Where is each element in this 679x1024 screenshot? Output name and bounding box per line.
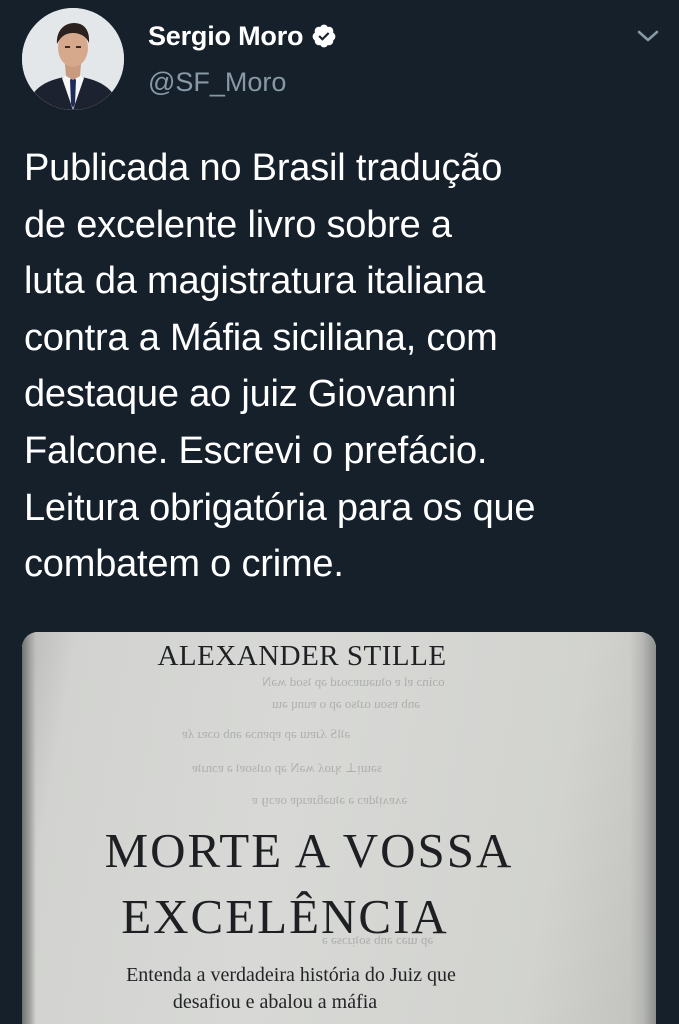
tweet-card: Sergio Moro @SF_Moro Publicada no Brasil… <box>0 0 679 1024</box>
user-handle[interactable]: @SF_Moro <box>148 64 286 100</box>
book-subtitle-line-1: Entenda a verdadeira história do Juiz qu… <box>126 964 456 986</box>
tweet-media-photo[interactable]: oɔinɔ ɐl ɐ oʇuǝɯɐɔoɹd ǝp ʇsod ʍǝN ǝnb ɐs… <box>22 632 656 1024</box>
avatar[interactable] <box>22 8 124 110</box>
verified-badge-icon <box>311 23 337 49</box>
book-author: ALEXANDER STILLE <box>157 640 447 672</box>
book-title-line-1: MORTE A VOSSA <box>104 823 514 878</box>
book-subtitle-line-2: desafiou e abalou a máfia <box>172 991 378 1013</box>
user-name-row[interactable]: Sergio Moro <box>148 18 337 54</box>
book-page: oɔinɔ ɐl ɐ oʇuǝɯɐɔoɹd ǝp ʇsod ʍǝN ǝnb ɐs… <box>22 632 656 1024</box>
display-name[interactable]: Sergio Moro <box>148 18 304 54</box>
avatar-image <box>22 8 124 110</box>
book-title-line-2: EXCELÊNCIA <box>121 889 449 944</box>
show-through-text: oɔinɔ ɐl ɐ oʇuǝɯɐɔoɹd ǝp ʇsod ʍǝN <box>262 674 445 689</box>
tweet-text: Publicada no Brasil tradução de excelent… <box>24 147 536 586</box>
chevron-down-icon[interactable] <box>634 22 662 50</box>
